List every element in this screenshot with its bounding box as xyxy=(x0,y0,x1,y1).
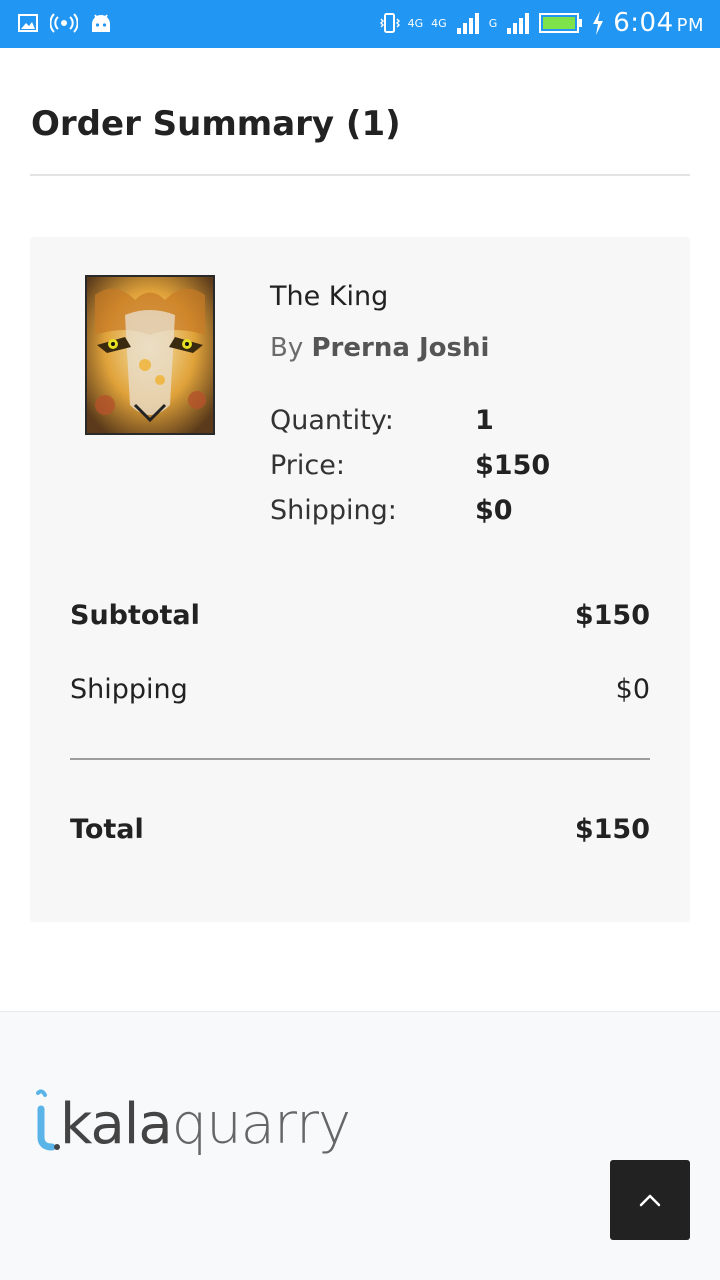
item-title[interactable]: The King xyxy=(270,281,388,312)
chevron-up-icon xyxy=(639,1194,661,1207)
status-left-icons xyxy=(18,12,112,34)
title-divider xyxy=(30,174,690,176)
artwork-thumbnail[interactable] xyxy=(85,275,215,435)
status-ampm: PM xyxy=(676,15,704,36)
logo-quarry-text: quarry xyxy=(171,1092,352,1157)
price-value: $150 xyxy=(475,450,551,481)
order-card: The King By Prerna Joshi Quantity: 1 Pri… xyxy=(30,237,690,922)
android-icon xyxy=(92,14,110,32)
logo-i-mark xyxy=(36,1089,60,1151)
summary-divider xyxy=(70,758,650,760)
status-right-icons: 4G 4G G 6:04 PM xyxy=(378,8,704,38)
charging-icon xyxy=(593,11,604,35)
page-title: Order Summary (1) xyxy=(31,104,401,144)
total-label: Total xyxy=(70,814,144,845)
network-type-3: G xyxy=(488,16,498,30)
status-bar: 4G 4G G 6:04 PM xyxy=(0,0,720,48)
back-to-top-button[interactable] xyxy=(610,1160,690,1240)
item-shipping-value: $0 xyxy=(475,495,513,526)
status-time: 6:04 PM xyxy=(613,8,704,38)
price-label: Price: xyxy=(270,450,345,481)
item-artist-line: By Prerna Joshi xyxy=(270,333,489,363)
quantity-value: 1 xyxy=(475,405,494,436)
network-type-1: 4G xyxy=(407,16,424,30)
status-time-value: 6:04 xyxy=(613,8,674,38)
battery-icon xyxy=(539,13,583,33)
gallery-icon xyxy=(18,14,38,32)
subtotal-value: $150 xyxy=(574,600,650,631)
quantity-label: Quantity: xyxy=(270,405,394,436)
vibrate-icon xyxy=(379,13,400,33)
subtotal-label: Subtotal xyxy=(70,600,200,631)
footer: kala quarry xyxy=(0,1011,720,1280)
by-prefix: By xyxy=(270,333,304,363)
summary-shipping-value: $0 xyxy=(615,674,650,705)
logo-kala-text: kala xyxy=(60,1092,173,1157)
kalaquarry-logo[interactable]: kala quarry xyxy=(32,1087,352,1157)
artist-name[interactable]: Prerna Joshi xyxy=(312,333,490,363)
item-shipping-label: Shipping: xyxy=(270,495,397,526)
network-type-2: 4G xyxy=(431,16,447,30)
total-value: $150 xyxy=(574,814,650,845)
signal-icon-2 xyxy=(507,13,530,34)
signal-icon xyxy=(456,13,479,34)
summary-shipping-label: Shipping xyxy=(70,674,188,705)
hotspot-icon xyxy=(50,13,78,33)
